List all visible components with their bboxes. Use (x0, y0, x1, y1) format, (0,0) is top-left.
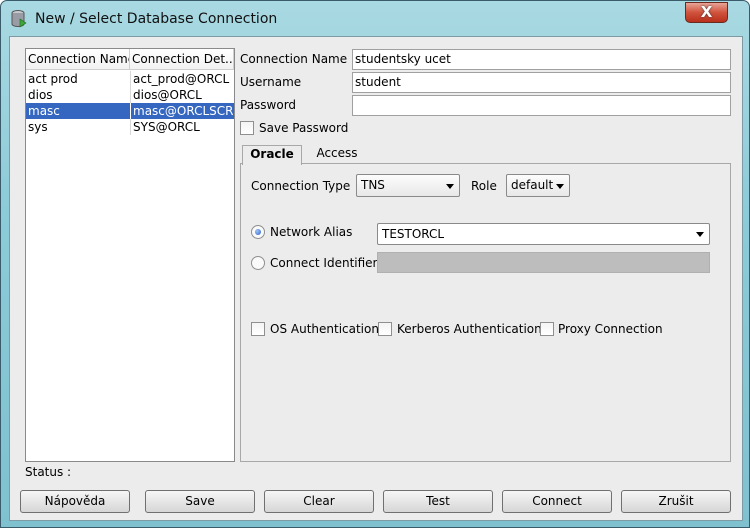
connection-details-cell: act_prod@ORCL (130, 71, 234, 87)
clear-button[interactable]: Clear (264, 490, 374, 513)
role-label: Role (471, 179, 497, 193)
password-label: Password (240, 98, 297, 112)
test-button[interactable]: Test (383, 490, 493, 513)
proxy-connection-checkbox[interactable] (540, 322, 554, 336)
connect-identifier-input[interactable] (377, 252, 710, 273)
tab-access[interactable]: Access (307, 145, 367, 164)
tab-oracle[interactable]: Oracle (242, 145, 302, 165)
table-row-selected[interactable]: masc masc@ORCLSCR (26, 103, 234, 119)
connection-name-cell: act prod (28, 72, 78, 86)
connection-name-label: Connection Name (240, 52, 348, 66)
network-alias-combo[interactable]: TESTORCL (377, 223, 710, 245)
kerberos-authentication-checkbox[interactable] (378, 322, 392, 336)
network-alias-value: TESTORCL (382, 227, 445, 241)
connection-details-cell: SYS@ORCL (130, 119, 234, 135)
connection-details-cell: masc@ORCLSCR (130, 103, 234, 119)
connection-name-cell: sys (28, 120, 48, 134)
save-password-label: Save Password (259, 121, 349, 135)
help-button[interactable]: Nápověda (20, 490, 130, 513)
status-label: Status : (25, 465, 72, 479)
kerberos-authentication-label: Kerberos Authentication (397, 322, 542, 336)
connection-name-cell: masc (28, 104, 60, 118)
connect-identifier-label: Connect Identifier (270, 256, 378, 270)
username-input[interactable]: student (352, 72, 731, 93)
tab-panel-oracle (240, 163, 731, 462)
username-label: Username (240, 75, 302, 89)
role-value: default (511, 178, 554, 192)
save-button[interactable]: Save (145, 490, 255, 513)
connect-button[interactable]: Connect (502, 490, 612, 513)
window-title: New / Select Database Connection (35, 11, 278, 27)
connections-table[interactable]: Connection Name Connection Det... act pr… (25, 48, 235, 462)
connect-identifier-radio[interactable] (251, 256, 265, 270)
chevron-down-icon (696, 232, 704, 237)
connection-type-value: TNS (361, 178, 385, 192)
chevron-down-icon (556, 184, 564, 189)
connection-name-input[interactable]: studentsky ucet (352, 49, 731, 70)
connection-type-select[interactable]: TNS (356, 174, 460, 197)
cancel-button[interactable]: Zrušit (621, 490, 731, 513)
table-row[interactable]: act prod act_prod@ORCL (26, 71, 234, 87)
save-password-checkbox[interactable] (240, 121, 254, 135)
network-alias-label: Network Alias (270, 225, 353, 239)
dialog-window: New / Select Database Connection X Conne… (0, 0, 750, 528)
column-header-connection-name[interactable]: Connection Name (26, 49, 130, 70)
os-authentication-label: OS Authentication (270, 322, 379, 336)
password-input[interactable] (352, 95, 731, 116)
connection-type-label: Connection Type (251, 179, 351, 193)
connection-details-cell: dios@ORCL (130, 87, 234, 103)
column-header-connection-details[interactable]: Connection Det... (130, 49, 234, 70)
network-alias-radio[interactable] (251, 225, 265, 239)
chevron-down-icon (446, 184, 454, 189)
proxy-connection-label: Proxy Connection (558, 322, 663, 336)
close-button[interactable]: X (685, 2, 728, 23)
role-select[interactable]: default (506, 174, 570, 197)
connection-name-cell: dios (28, 88, 53, 102)
table-row[interactable]: dios dios@ORCL (26, 87, 234, 103)
os-authentication-checkbox[interactable] (251, 322, 265, 336)
table-row[interactable]: sys SYS@ORCL (26, 119, 234, 135)
database-connect-icon (11, 10, 27, 28)
